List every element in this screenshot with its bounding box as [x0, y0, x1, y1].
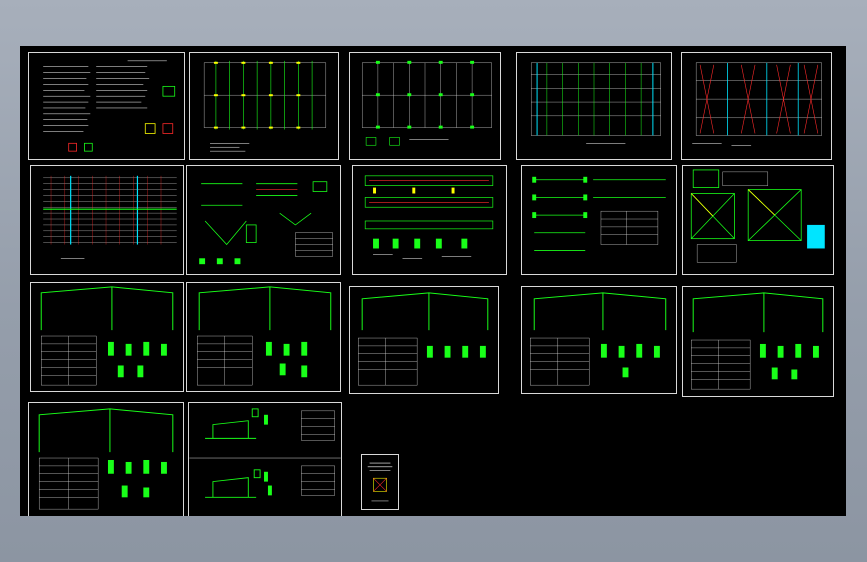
cover-sheet-drawing — [367, 462, 393, 502]
portal-frame-6-drawing — [38, 408, 174, 510]
beam-details-drawing — [532, 176, 666, 251]
sheet-connection-details[interactable] — [186, 165, 341, 275]
connection-details-drawing — [199, 181, 333, 265]
sheet-portal-frame-2[interactable] — [186, 282, 341, 392]
portal-frame-1-drawing — [40, 286, 174, 386]
sheet-general-notes[interactable] — [28, 52, 185, 160]
wall-girt-drawing — [43, 175, 177, 259]
crane-beam-drawing — [364, 175, 494, 259]
sheet-anchor-bolt-plan[interactable] — [349, 52, 501, 160]
portal-frame-4-drawing — [530, 292, 667, 386]
portal-frame-5-drawing — [691, 292, 824, 390]
sheet-portal-frame-1[interactable] — [30, 282, 184, 392]
sheet-portal-frame-6[interactable] — [28, 402, 184, 516]
notes-drawing — [43, 60, 176, 152]
anchor-bolt-drawing — [361, 60, 492, 146]
sheet-roof-bracing-plan[interactable] — [681, 52, 832, 160]
sheet-portal-frame-5[interactable] — [682, 286, 834, 397]
sheet-cover[interactable] — [361, 454, 399, 510]
portal-frame-2-drawing — [197, 286, 332, 386]
sheet-column-layout-plan[interactable] — [189, 52, 339, 160]
frame-section-drawing — [189, 408, 341, 498]
sheet-crane-beam-elevation[interactable] — [352, 165, 507, 275]
roof-purlin-drawing — [530, 62, 661, 144]
sheet-frame-section-details[interactable] — [188, 402, 342, 516]
drawing-canvas[interactable] — [20, 46, 846, 516]
sheet-bracing-details[interactable] — [682, 165, 834, 275]
portal-frame-3-drawing — [358, 292, 489, 386]
bracing-details-drawing — [690, 169, 825, 263]
sheet-roof-purlin-plan[interactable] — [516, 52, 672, 160]
sheet-beam-details[interactable] — [521, 165, 677, 275]
column-layout-drawing — [203, 60, 327, 152]
sheet-portal-frame-3[interactable] — [349, 286, 499, 394]
sheet-portal-frame-4[interactable] — [521, 286, 677, 394]
roof-bracing-drawing — [692, 62, 822, 146]
sheet-wall-girt-elevation[interactable] — [30, 165, 184, 275]
